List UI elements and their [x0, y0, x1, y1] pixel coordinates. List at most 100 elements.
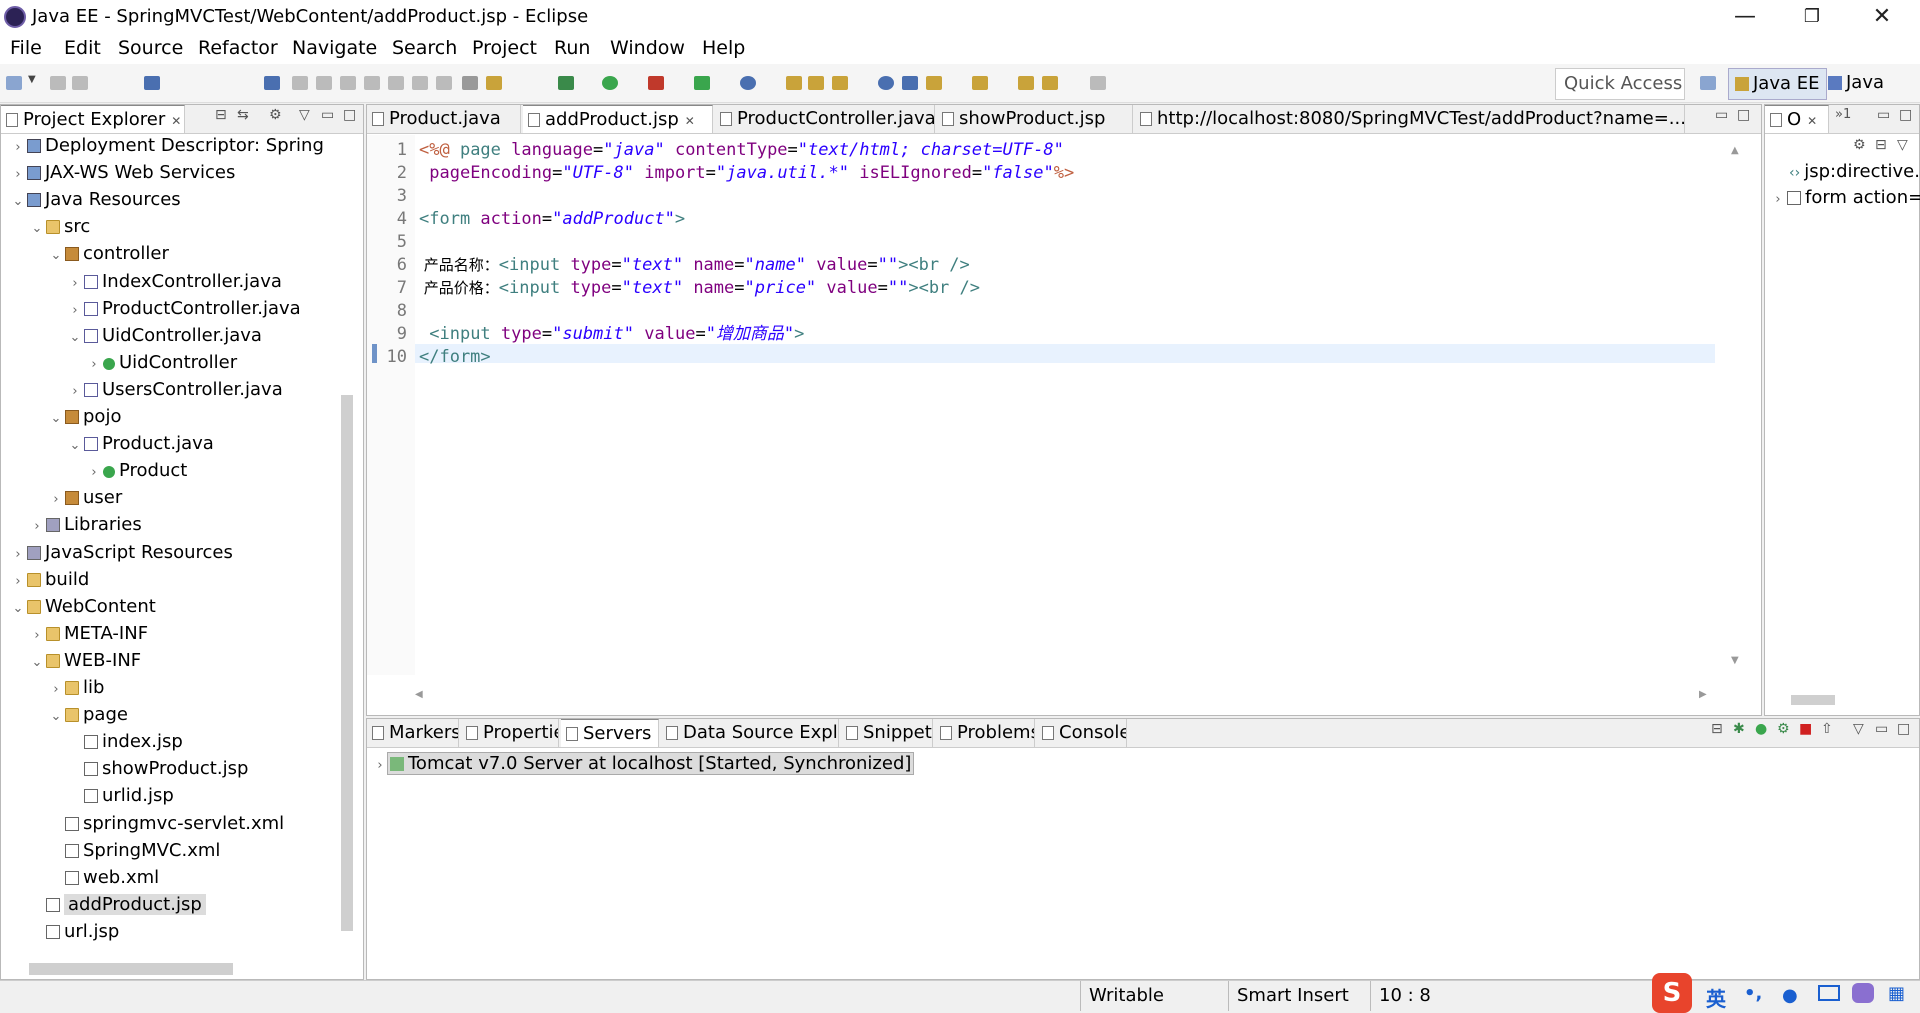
tree-item[interactable]: › Libraries: [30, 514, 141, 536]
code-line[interactable]: </form>: [419, 348, 491, 367]
view-menu-icon[interactable]: ▽: [1853, 721, 1864, 737]
start-server-icon[interactable]: ●: [1755, 721, 1767, 737]
collapse-all-icon[interactable]: ⊟: [215, 107, 227, 123]
menu-source[interactable]: Source: [118, 37, 183, 59]
search-icon[interactable]: [902, 76, 918, 90]
minimize-view-icon[interactable]: ▭: [1875, 721, 1888, 737]
code-line[interactable]: <input type="submit" value="增加商品">: [419, 325, 804, 344]
tree-item[interactable]: ⌄ Java Resources: [11, 189, 181, 211]
tree-item[interactable]: ⌄ pojo: [49, 406, 122, 428]
tree-item[interactable]: ⌄ page: [49, 704, 128, 726]
tree-item[interactable]: › Product: [87, 460, 187, 482]
chevron-right-icon[interactable]: ›: [87, 354, 101, 376]
minimize-editor-icon[interactable]: ▭: [1715, 107, 1728, 123]
server-entry[interactable]: Tomcat v7.0 Server at localhost [Started…: [387, 752, 915, 775]
tree-item[interactable]: ⌄ WEB-INF: [30, 650, 142, 672]
view-menu-icon[interactable]: ▽: [299, 107, 310, 123]
annotation-prev-icon[interactable]: [972, 76, 988, 90]
sort-icon[interactable]: ⚙: [1853, 137, 1866, 153]
tree-item[interactable]: › JavaScript Resources: [11, 542, 232, 564]
chevron-right-icon[interactable]: ›: [1771, 189, 1785, 211]
menu-file[interactable]: File: [10, 37, 42, 59]
tree-vertical-scrollbar[interactable]: [341, 395, 353, 931]
ime-language-toggle[interactable]: 英: [1706, 983, 1726, 1012]
chevron-right-icon[interactable]: ›: [11, 164, 25, 186]
tab-console[interactable]: Console: [1037, 719, 1127, 747]
debug-icon[interactable]: [558, 76, 574, 90]
ime-punctuation-toggle[interactable]: •,: [1744, 983, 1762, 1004]
tree-item[interactable]: › UidController: [87, 352, 237, 374]
code-area[interactable]: <%@ page language="java" contentType="te…: [419, 135, 1709, 675]
tab-outline[interactable]: O ✕: [1765, 105, 1829, 133]
last-edit-icon[interactable]: [1018, 76, 1034, 90]
tab-data-source-explorer[interactable]: Data Source Explorer: [661, 719, 839, 747]
chevron-down-icon[interactable]: ⌄: [68, 435, 82, 457]
tree-item[interactable]: ⌄ Product.java: [68, 433, 214, 455]
tree-item[interactable]: › lib: [49, 677, 104, 699]
forward-icon[interactable]: [1090, 76, 1106, 90]
chevron-right-icon[interactable]: ›: [49, 489, 63, 511]
menu-help[interactable]: Help: [702, 37, 745, 59]
tree-item[interactable]: addProduct.jsp: [30, 893, 206, 916]
run-external-icon[interactable]: [648, 76, 664, 90]
close-icon[interactable]: ✕: [1807, 114, 1817, 128]
chevron-down-icon[interactable]: ▼: [28, 74, 38, 88]
tab-snippets[interactable]: Snippets: [841, 719, 933, 747]
tab-problems[interactable]: Problems: [935, 719, 1035, 747]
globe-icon[interactable]: [878, 76, 894, 90]
tree-item[interactable]: › build: [11, 569, 89, 591]
chevron-right-icon[interactable]: ›: [68, 300, 82, 322]
resume-icon[interactable]: [292, 76, 308, 90]
tree-item[interactable]: index.jsp: [68, 731, 183, 753]
tree-item[interactable]: ⌄ WebContent: [11, 596, 156, 618]
back-icon[interactable]: [1042, 76, 1058, 90]
stop-server-icon[interactable]: ■: [1799, 721, 1812, 737]
editor-tab[interactable]: showProduct.jsp: [937, 105, 1133, 133]
sogou-ime-icon[interactable]: S: [1652, 973, 1692, 1013]
tree-item[interactable]: › user: [49, 487, 122, 509]
maximize-button[interactable]: ❐: [1782, 2, 1842, 32]
tree-item[interactable]: › META-INF: [30, 623, 148, 645]
tab-servers[interactable]: Servers✕: [561, 719, 659, 747]
menu-navigate[interactable]: Navigate: [292, 37, 377, 59]
open-task-icon[interactable]: [832, 76, 848, 90]
chevron-right-icon[interactable]: ›: [11, 137, 25, 159]
chevron-down-icon[interactable]: ⌄: [49, 245, 63, 267]
perspective-java-ee[interactable]: Java EE: [1728, 68, 1827, 100]
scroll-left-icon[interactable]: ◀: [415, 689, 423, 700]
scroll-down-icon[interactable]: ▼: [1731, 655, 1739, 666]
tab-markers[interactable]: Markers: [367, 719, 459, 747]
new-java-project-icon[interactable]: [740, 76, 756, 90]
editor-horizontal-scrollbar[interactable]: ◀ ▶: [415, 687, 1715, 707]
new-server-icon[interactable]: [694, 76, 710, 90]
code-line[interactable]: pageEncoding="UTF-8" import="java.util.*…: [419, 164, 1074, 183]
disconnect-icon[interactable]: [364, 76, 380, 90]
tree-item[interactable]: showProduct.jsp: [68, 758, 248, 780]
new-icon[interactable]: [6, 76, 22, 90]
quick-access-input[interactable]: Quick Access: [1555, 68, 1685, 100]
more-views-icon[interactable]: »1: [1835, 107, 1851, 122]
minimize-view-icon[interactable]: ▭: [321, 107, 334, 123]
code-line[interactable]: <%@ page language="java" contentType="te…: [419, 141, 1064, 160]
save-all-icon[interactable]: [72, 76, 88, 90]
tree-item[interactable]: ⌄ src: [30, 216, 91, 238]
minimize-button[interactable]: —: [1715, 2, 1775, 32]
chevron-down-icon[interactable]: ⌄: [49, 706, 63, 728]
keyboard-icon[interactable]: [1818, 985, 1840, 1001]
close-icon[interactable]: ✕: [685, 114, 695, 128]
code-line[interactable]: 产品名称：<input type="text" name="name" valu…: [419, 256, 970, 275]
chevron-right-icon[interactable]: ›: [11, 571, 25, 593]
chevron-right-icon[interactable]: ›: [49, 679, 63, 701]
chevron-right-icon[interactable]: ›: [68, 273, 82, 295]
editor-tab[interactable]: addProduct.jsp ✕: [523, 105, 713, 133]
toolbox-icon[interactable]: ▦: [1888, 983, 1905, 1004]
menu-edit[interactable]: Edit: [64, 37, 101, 59]
tree-item[interactable]: ⌄ controller: [49, 243, 169, 265]
close-icon[interactable]: ✕: [657, 728, 658, 742]
menu-project[interactable]: Project: [472, 37, 537, 59]
scroll-right-icon[interactable]: ▶: [1699, 689, 1707, 700]
collapse-icon[interactable]: ⊟: [1875, 137, 1887, 153]
suspend-icon[interactable]: [316, 76, 332, 90]
tab-properties[interactable]: Properties: [461, 719, 559, 747]
menu-window[interactable]: Window: [610, 37, 685, 59]
